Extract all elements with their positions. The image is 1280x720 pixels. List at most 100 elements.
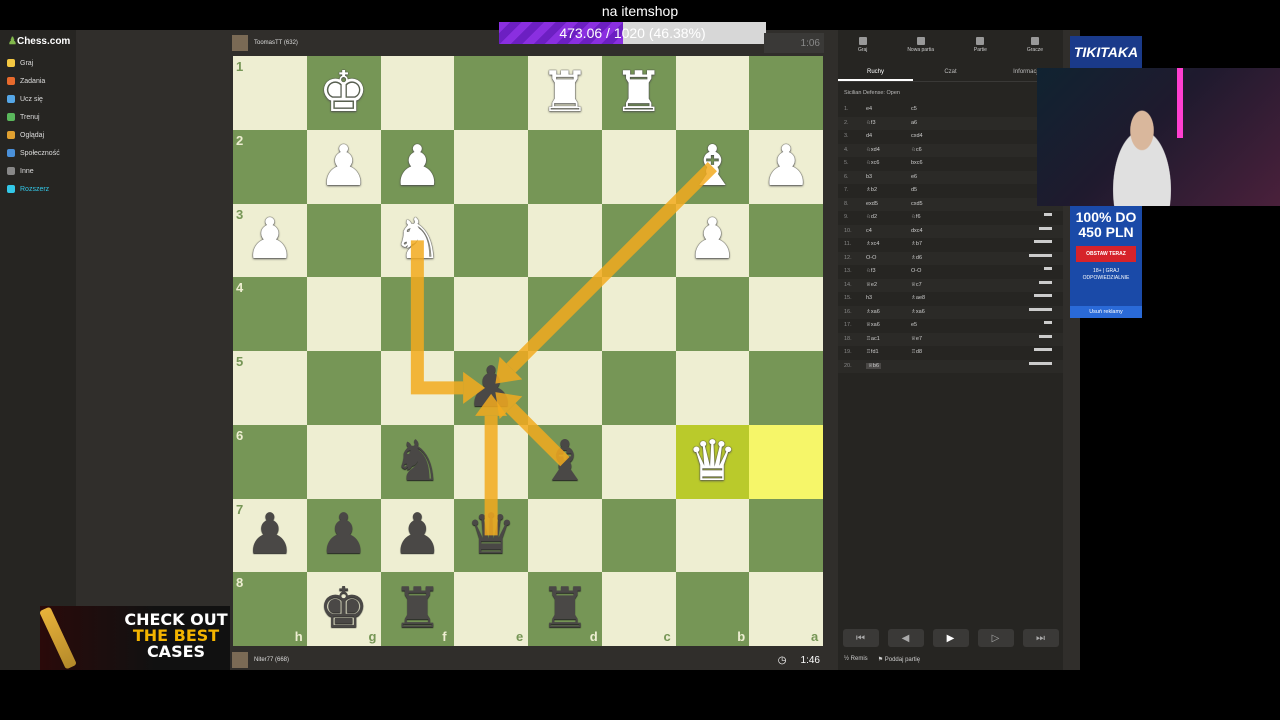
nav-item[interactable]: Ucz się [7, 92, 43, 106]
white-move[interactable]: e4 [866, 106, 872, 112]
square-b5[interactable] [675, 351, 750, 425]
square-h4[interactable] [233, 277, 307, 351]
black-move[interactable]: ♕c7 [911, 282, 922, 288]
sub-tab[interactable]: Czat [913, 62, 988, 81]
square-h5[interactable] [233, 351, 307, 425]
square-f5[interactable] [380, 351, 455, 425]
nav-item[interactable]: Oglądaj [7, 128, 44, 142]
square-a6[interactable] [749, 424, 823, 499]
piece-g1[interactable]: ♚ [307, 56, 381, 130]
square-d5[interactable] [528, 351, 602, 425]
square-a5[interactable] [749, 351, 823, 425]
square-c6[interactable] [601, 424, 676, 499]
black-move[interactable]: c5 [911, 106, 917, 112]
square-c5[interactable] [601, 351, 676, 425]
piece-a2[interactable]: ♟ [749, 130, 823, 204]
piece-b2[interactable]: ♝ [676, 130, 750, 204]
square-g4[interactable] [306, 277, 381, 351]
black-move[interactable]: O-O [911, 268, 921, 274]
white-move[interactable]: ♕b6 [866, 362, 882, 369]
square-e6[interactable] [454, 424, 528, 499]
black-move[interactable]: ♗d6 [911, 255, 922, 261]
black-move[interactable]: ♗ae8 [911, 295, 925, 301]
bottom-player-name[interactable]: Niter77 (668) [254, 657, 289, 663]
white-move[interactable]: ♗b2 [866, 187, 877, 193]
square-h1[interactable] [233, 56, 307, 130]
white-move[interactable]: b3 [866, 174, 872, 180]
white-move[interactable]: ♘xd4 [866, 147, 880, 153]
square-h6[interactable] [233, 424, 307, 499]
nav-item[interactable]: Trenuj [7, 110, 40, 124]
square-e1[interactable] [454, 56, 528, 130]
resign-button[interactable]: ⚑ Poddaj partię [878, 656, 920, 663]
remove-ads-button[interactable]: Usuń reklamy [1070, 306, 1142, 318]
square-g3[interactable] [306, 203, 381, 278]
square-b4[interactable] [675, 277, 750, 351]
white-move[interactable]: ♘xc6 [866, 160, 880, 166]
black-move[interactable]: e6 [911, 174, 917, 180]
nav-item[interactable]: Zadania [7, 74, 45, 88]
piece-g2[interactable]: ♟ [307, 130, 381, 204]
chess-board[interactable]: 1 2 3 4 5 6 7 8 h g f e d c b a ♚ ♜ ♜ ♟ ♟ ♝ ♟ ♟ ♞ ♟ ♟ ♞ ♝ ♛ ♟ ♟ ♟ ♛ ♚ ♜ ♜ [233, 56, 823, 646]
white-move[interactable]: exd5 [866, 201, 878, 207]
piece-g8[interactable]: ♚ [307, 572, 381, 646]
square-d2[interactable] [528, 129, 602, 204]
piece-g7[interactable]: ♟ [307, 499, 381, 573]
square-b1[interactable] [675, 56, 750, 130]
white-move[interactable]: d4 [866, 133, 872, 139]
piece-f8[interactable]: ♜ [381, 572, 455, 646]
square-b7[interactable] [675, 498, 750, 573]
black-move[interactable]: ♗xa6 [911, 309, 925, 315]
white-move[interactable]: ♘d2 [866, 214, 877, 220]
nav-item[interactable]: Społeczność [7, 146, 60, 160]
square-g6[interactable] [306, 424, 381, 499]
piece-f7[interactable]: ♟ [381, 499, 455, 573]
tikitaka-ad[interactable]: TIKITAKA [1070, 36, 1142, 68]
piece-c1[interactable]: ♜ [602, 56, 676, 130]
black-move[interactable]: ♘f6 [911, 214, 921, 220]
square-a3[interactable] [749, 203, 823, 278]
last-move-button[interactable]: ⏭ [1022, 629, 1059, 647]
square-a1[interactable] [749, 56, 823, 130]
piece-e7[interactable]: ♛ [454, 499, 528, 573]
white-move[interactable]: ♗xa6 [866, 309, 880, 315]
next-move-button[interactable]: ▷ [977, 629, 1014, 647]
first-move-button[interactable]: ⏮ [842, 629, 879, 647]
black-move[interactable]: bxc6 [911, 160, 923, 166]
square-a7[interactable] [749, 498, 823, 573]
piece-b3[interactable]: ♟ [676, 204, 750, 278]
black-move[interactable]: d5 [911, 187, 917, 193]
piece-e5[interactable]: ♟ [454, 351, 528, 425]
sub-tab[interactable]: Ruchy [838, 62, 913, 81]
nav-item[interactable]: Inne [7, 164, 34, 178]
avatar[interactable] [232, 652, 248, 668]
previous-move-button[interactable]: ◀ [887, 629, 924, 647]
piece-d8[interactable]: ♜ [528, 572, 602, 646]
draw-button[interactable]: ½ Remis [844, 656, 868, 663]
black-move[interactable]: ♗b7 [911, 241, 922, 247]
nav-item[interactable]: Graj [7, 56, 33, 70]
panel-tab[interactable]: Gracze [1027, 37, 1043, 53]
panel-tab[interactable]: Partie [974, 37, 987, 53]
square-e3[interactable] [454, 203, 528, 278]
bet-now-button[interactable]: OBSTAW TERAZ [1076, 246, 1136, 262]
black-move[interactable]: ♘c6 [911, 147, 922, 153]
square-c2[interactable] [601, 129, 676, 204]
nav-item[interactable]: Rozszerz [7, 182, 49, 196]
black-move[interactable]: cxd4 [911, 133, 923, 139]
piece-d1[interactable]: ♜ [528, 56, 602, 130]
top-player-name[interactable]: ToomasTT (632) [254, 40, 298, 46]
square-g5[interactable] [306, 351, 381, 425]
play-button[interactable]: ▶ [932, 629, 969, 647]
piece-d6[interactable]: ♝ [528, 425, 602, 499]
black-move[interactable]: cxd5 [911, 201, 923, 207]
piece-b6[interactable]: ♛ [676, 425, 750, 499]
white-move[interactable]: ♘f3 [866, 120, 876, 126]
square-e4[interactable] [454, 277, 528, 351]
white-move[interactable]: ♘f3 [866, 268, 876, 274]
square-a4[interactable] [749, 277, 823, 351]
black-move[interactable]: dxc4 [911, 228, 923, 234]
white-move[interactable]: ♕xa6 [866, 322, 880, 328]
piece-f6[interactable]: ♞ [381, 425, 455, 499]
piece-f2[interactable]: ♟ [381, 130, 455, 204]
